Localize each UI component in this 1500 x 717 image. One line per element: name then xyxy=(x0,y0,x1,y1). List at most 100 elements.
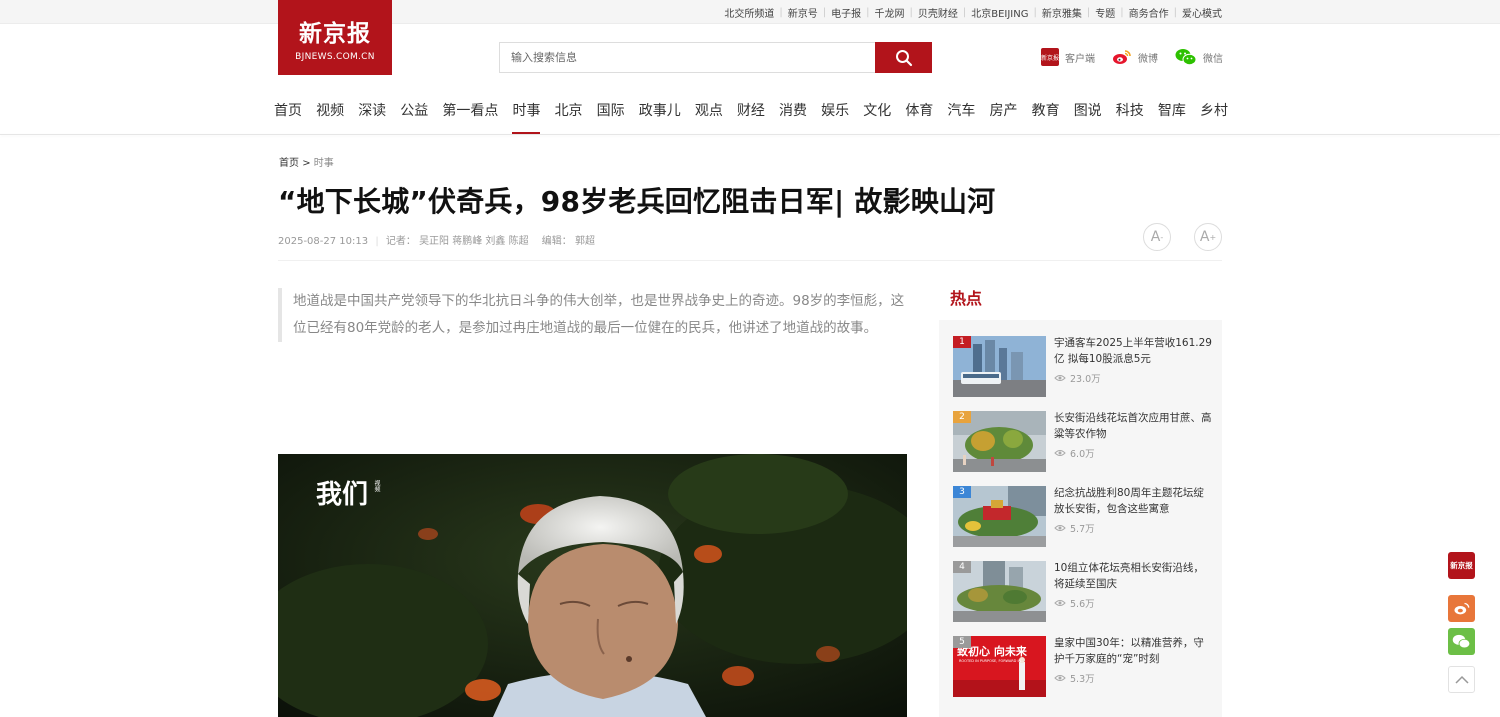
hot-item-thumbnail: 致初心 向未来 ROOTED IN PURPOSE, FORWARD IN...… xyxy=(953,636,1046,697)
meta-divider xyxy=(278,260,1222,261)
hot-item-title[interactable]: 皇家中国30年：以精准营养，守护千万家庭的“宠”时刻 xyxy=(1054,636,1214,667)
editor: 郭超 xyxy=(574,236,595,247)
search-button[interactable] xyxy=(875,42,932,73)
nav-item-first-look[interactable]: 第一看点 xyxy=(442,94,498,134)
eye-icon xyxy=(1054,375,1066,381)
breadcrumb-separator: > xyxy=(302,158,311,169)
client-link[interactable]: 新京报 客户端 xyxy=(1041,48,1095,66)
float-weibo-button[interactable] xyxy=(1448,595,1475,622)
main-nav: 首页 视频 深读 公益 第一看点 时事 北京 国际 政事儿 观点 财经 消费 娱… xyxy=(274,94,1228,134)
hot-item-view-count: 5.6万 xyxy=(1070,599,1095,610)
top-link[interactable]: 电子报 xyxy=(831,5,861,20)
nav-item-international[interactable]: 国际 xyxy=(597,94,625,134)
search-input[interactable] xyxy=(499,42,876,73)
top-link[interactable]: 专题 xyxy=(1095,5,1115,20)
top-link[interactable]: 新京号 xyxy=(788,5,818,20)
nav-item-sports[interactable]: 体育 xyxy=(905,94,933,134)
eye-icon xyxy=(1054,675,1066,681)
article-title: “地下长城”伏奇兵，98岁老兵回忆阻击日军| 故影映山河 xyxy=(278,185,996,218)
float-logo-text: 新京报 xyxy=(1450,561,1473,570)
font-decrease-button[interactable]: A- xyxy=(1143,223,1171,251)
divider: | xyxy=(909,6,913,18)
hot-item-view-count: 5.7万 xyxy=(1070,524,1095,535)
float-wechat-button[interactable] xyxy=(1448,628,1475,655)
wechat-icon xyxy=(1452,634,1471,649)
font-increase-glyph: A xyxy=(1199,229,1210,245)
eye-icon xyxy=(1054,450,1066,456)
hot-item[interactable]: 致初心 向未来 ROOTED IN PURPOSE, FORWARD IN...… xyxy=(953,636,1211,698)
nav-divider xyxy=(0,134,1500,135)
hot-item-rank: 2 xyxy=(953,411,971,423)
weibo-label: 微博 xyxy=(1138,53,1158,65)
article-datetime: 2025-08-27 10:13 xyxy=(278,236,369,247)
hot-item-view-count: 23.0万 xyxy=(1070,374,1101,385)
wechat-label: 微信 xyxy=(1203,53,1223,65)
nav-item-consumer[interactable]: 消费 xyxy=(779,94,807,134)
nav-item-deep-read[interactable]: 深读 xyxy=(358,94,386,134)
divider: | xyxy=(1086,6,1091,18)
breadcrumb: 首页 > 时事 xyxy=(279,154,334,169)
hot-item-rank: 5 xyxy=(953,636,971,648)
nav-item-beijing[interactable]: 北京 xyxy=(555,94,583,134)
site-logo[interactable]: 新京报 BJNEWS.COM.CN xyxy=(278,0,392,75)
nav-item-culture[interactable]: 文化 xyxy=(863,94,891,134)
hot-item-title[interactable]: 长安街沿线花坛首次应用甘蔗、高粱等农作物 xyxy=(1054,411,1214,442)
font-increase-button[interactable]: A + xyxy=(1194,223,1222,251)
font-decrease-glyph: A xyxy=(1150,229,1161,245)
weibo-link[interactable]: 微博 xyxy=(1112,48,1158,66)
svg-text:新京报: 新京报 xyxy=(1041,54,1059,62)
nav-item-entertainment[interactable]: 娱乐 xyxy=(821,94,849,134)
breadcrumb-current[interactable]: 时事 xyxy=(314,158,334,169)
nav-item-photo[interactable]: 图说 xyxy=(1074,94,1102,134)
video-frame-image xyxy=(278,454,907,717)
nav-item-tech[interactable]: 科技 xyxy=(1116,94,1144,134)
hot-item[interactable]: 2 长安街沿线花坛首次应用甘蔗、高粱等农作物 6.0万 xyxy=(953,411,1214,473)
wechat-icon xyxy=(1175,48,1197,66)
hot-item-thumbnail: 2 xyxy=(953,411,1046,472)
breadcrumb-home[interactable]: 首页 xyxy=(279,158,299,169)
nav-item-rural[interactable]: 乡村 xyxy=(1200,94,1228,134)
top-link[interactable]: 北京BEIJING xyxy=(971,5,1028,20)
hot-item-rank: 4 xyxy=(953,561,971,573)
article-summary: 地道战是中国共产党领导下的华北抗日斗争的伟大创举，也是世界战争史上的奇迹。98岁… xyxy=(278,288,906,342)
top-link[interactable]: 商务合作 xyxy=(1129,5,1169,20)
editor-label: 编辑： xyxy=(541,236,572,247)
article-meta: 2025-08-27 10:13 | 记者： 吴正阳 蒋鹏峰 刘鑫 陈超 编辑：… xyxy=(278,232,595,247)
nav-item-charity[interactable]: 公益 xyxy=(400,94,428,134)
top-link[interactable]: 千龙网 xyxy=(874,5,904,20)
top-link[interactable]: 新京雅集 xyxy=(1042,5,1082,20)
nav-item-auto[interactable]: 汽车 xyxy=(947,94,975,134)
search-box xyxy=(499,42,932,73)
hot-item[interactable]: 4 10组立体花坛亮相长安街沿线，将延续至国庆 5.6万 xyxy=(953,561,1211,623)
logo-name: 新京报 xyxy=(299,20,371,47)
nav-item-home[interactable]: 首页 xyxy=(274,94,302,134)
hot-item-title[interactable]: 纪念抗战胜利80周年主题花坛绽放长安街，包含这些寓意 xyxy=(1054,486,1214,517)
hot-item-view-count: 5.3万 xyxy=(1070,674,1095,685)
hot-item[interactable]: 1 宇通客车2025上半年营收161.29亿 拟每10股派息5元 23.0万 xyxy=(953,336,1214,398)
hot-item-title[interactable]: 宇通客车2025上半年营收161.29亿 拟每10股派息5元 xyxy=(1054,336,1214,367)
nav-item-politics[interactable]: 政事儿 xyxy=(639,94,681,134)
wechat-link[interactable]: 微信 xyxy=(1175,48,1223,66)
nav-item-opinion[interactable]: 观点 xyxy=(695,94,723,134)
float-app-button[interactable]: 新京报 xyxy=(1448,552,1475,579)
nav-item-finance[interactable]: 财经 xyxy=(737,94,765,134)
client-label: 客户端 xyxy=(1065,53,1095,65)
hot-item-rank: 1 xyxy=(953,336,971,348)
nav-item-current-affairs[interactable]: 时事 xyxy=(512,94,541,134)
divider: | xyxy=(1033,6,1037,18)
nav-item-thinktank[interactable]: 智库 xyxy=(1158,94,1186,134)
nav-item-realestate[interactable]: 房产 xyxy=(990,94,1018,134)
top-link[interactable]: 北交所频道 xyxy=(724,5,774,20)
divider: | xyxy=(962,6,967,18)
hot-item-views: 5.7万 xyxy=(1054,521,1095,535)
hot-item[interactable]: 3 纪念抗战胜利80周年主题花坛绽放长安街，包含这些寓意 5.7万 xyxy=(953,486,1211,548)
eye-icon xyxy=(1054,600,1066,606)
article-video[interactable]: 我们 视频 xyxy=(278,454,907,717)
top-link[interactable]: 贝壳财经 xyxy=(918,5,958,20)
hot-item-title[interactable]: 10组立体花坛亮相长安街沿线，将延续至国庆 xyxy=(1054,561,1214,592)
nav-item-education[interactable]: 教育 xyxy=(1032,94,1060,134)
nav-item-video[interactable]: 视频 xyxy=(316,94,344,134)
back-to-top-button[interactable] xyxy=(1448,666,1475,693)
font-minus-glyph: - xyxy=(1160,232,1164,242)
top-link-care-mode[interactable]: 爱心模式 xyxy=(1182,5,1222,20)
